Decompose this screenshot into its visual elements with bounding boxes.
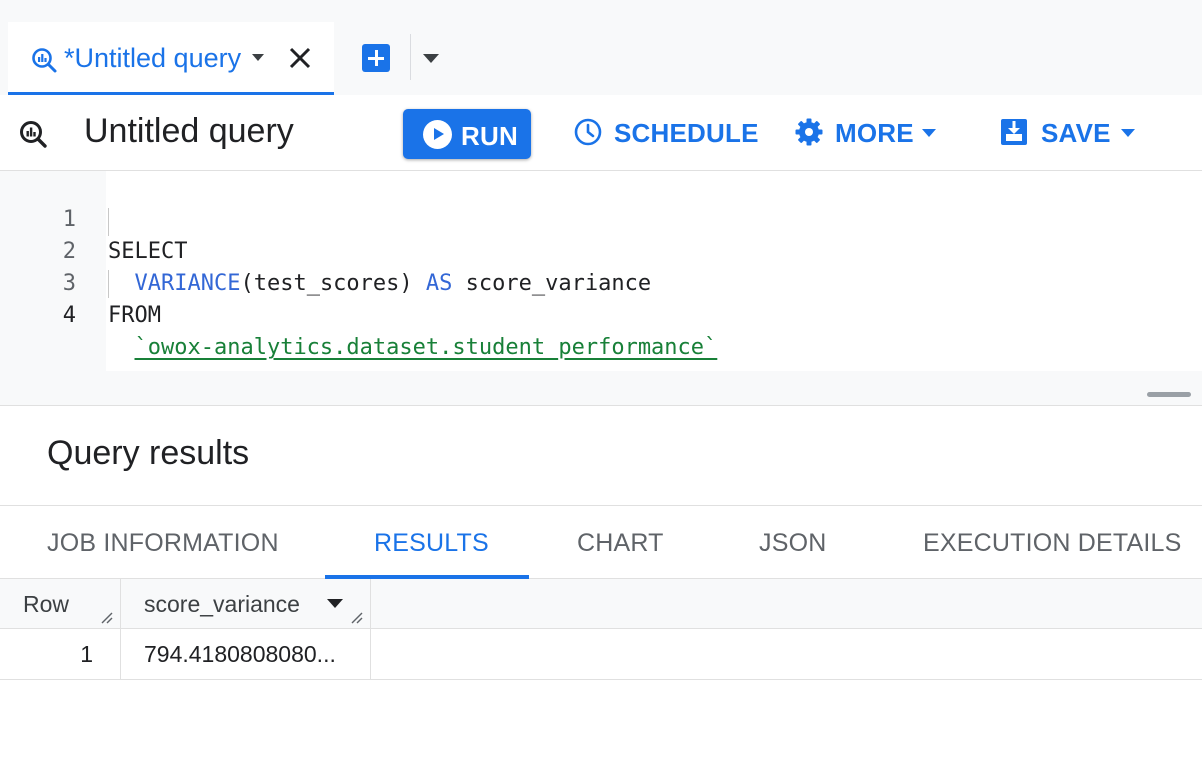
tab-divider bbox=[410, 34, 411, 80]
row-number: 1 bbox=[80, 641, 93, 667]
sql-editor[interactable]: 1 SELECT 2 VARIANCE(test_scores) AS scor… bbox=[0, 171, 1202, 406]
query-icon bbox=[20, 121, 47, 148]
column-resize-icon[interactable] bbox=[350, 611, 364, 625]
tab-json[interactable]: JSON bbox=[742, 506, 844, 579]
tab-label: RESULTS bbox=[374, 529, 489, 557]
table-header-row: Row score_variance bbox=[0, 579, 1202, 629]
tab-options-chevron-down-icon[interactable] bbox=[252, 54, 264, 61]
editor-resize-handle[interactable] bbox=[1147, 392, 1191, 397]
cell-value: 794.4180808080... bbox=[144, 641, 336, 667]
score-variance-cell[interactable]: 794.4180808080... bbox=[121, 629, 371, 679]
query-toolbar: Untitled query RUN SCHEDULE MORE SAVE bbox=[0, 95, 1202, 171]
code-text: FROM bbox=[108, 303, 161, 328]
tab-label: CHART bbox=[577, 529, 664, 557]
results-tabs: JOB INFORMATION RESULTS CHART JSON EXECU… bbox=[0, 505, 1202, 579]
column-header-score-variance[interactable]: score_variance bbox=[121, 579, 371, 628]
code-line: 2 VARIANCE(test_scores) AS score_varianc… bbox=[0, 204, 1202, 296]
column-header-label: score_variance bbox=[144, 591, 300, 617]
more-button[interactable]: MORE bbox=[794, 115, 942, 151]
chevron-down-icon bbox=[922, 129, 936, 137]
query-tab-bar: *Untitled query bbox=[0, 0, 1202, 95]
run-label: RUN bbox=[461, 121, 518, 151]
tab-label: JOB INFORMATION bbox=[47, 529, 279, 557]
column-resize-icon[interactable] bbox=[100, 611, 114, 625]
new-tab-menu-chevron-down-icon[interactable] bbox=[423, 54, 439, 63]
results-table: Row score_variance 1 794.4180808080... bbox=[0, 579, 1202, 681]
save-download-icon bbox=[1001, 119, 1027, 145]
chevron-down-icon bbox=[1121, 129, 1135, 137]
line-number: 4 bbox=[62, 303, 76, 328]
more-label: MORE bbox=[835, 118, 914, 148]
code-text: `owox-analytics.dataset.student_performa… bbox=[108, 332, 718, 364]
column-header-row[interactable]: Row bbox=[0, 579, 121, 628]
code-line: 1 SELECT bbox=[0, 172, 1202, 264]
new-tab-plus-icon[interactable] bbox=[362, 44, 390, 72]
clock-icon bbox=[574, 118, 602, 146]
table-reference[interactable]: `owox-analytics.dataset.student_performa… bbox=[135, 335, 718, 360]
tab-label: JSON bbox=[759, 529, 827, 557]
column-header-label: Row bbox=[23, 591, 70, 617]
tab-title: *Untitled query bbox=[64, 43, 242, 73]
gear-icon bbox=[795, 118, 823, 146]
schedule-button[interactable]: SCHEDULE bbox=[573, 115, 758, 151]
column-menu-chevron-down-icon[interactable] bbox=[327, 599, 343, 608]
row-number-cell: 1 bbox=[0, 629, 121, 679]
schedule-label: SCHEDULE bbox=[614, 118, 759, 148]
play-circle-icon bbox=[423, 120, 452, 149]
code-line: 3 FROM bbox=[0, 236, 1202, 328]
tab-execution-details[interactable]: EXECUTION DETAILS bbox=[906, 506, 1196, 579]
save-button[interactable]: SAVE bbox=[999, 115, 1141, 151]
table-row: 1 794.4180808080... bbox=[0, 629, 1202, 680]
tab-label: EXECUTION DETAILS bbox=[923, 529, 1182, 557]
tab-results[interactable]: RESULTS bbox=[325, 506, 529, 579]
tab-job-information[interactable]: JOB INFORMATION bbox=[30, 506, 292, 579]
close-icon[interactable] bbox=[286, 44, 314, 72]
tab-chart[interactable]: CHART bbox=[560, 506, 680, 579]
run-button[interactable]: RUN bbox=[403, 109, 531, 159]
query-title: Untitled query bbox=[84, 112, 294, 150]
results-title: Query results bbox=[47, 434, 250, 472]
save-label: SAVE bbox=[1041, 118, 1111, 148]
tab-untitled-query[interactable]: *Untitled query bbox=[8, 22, 334, 95]
code-line: 4 `owox-analytics.dataset.student_perfor… bbox=[0, 268, 1202, 360]
query-icon bbox=[32, 48, 57, 73]
